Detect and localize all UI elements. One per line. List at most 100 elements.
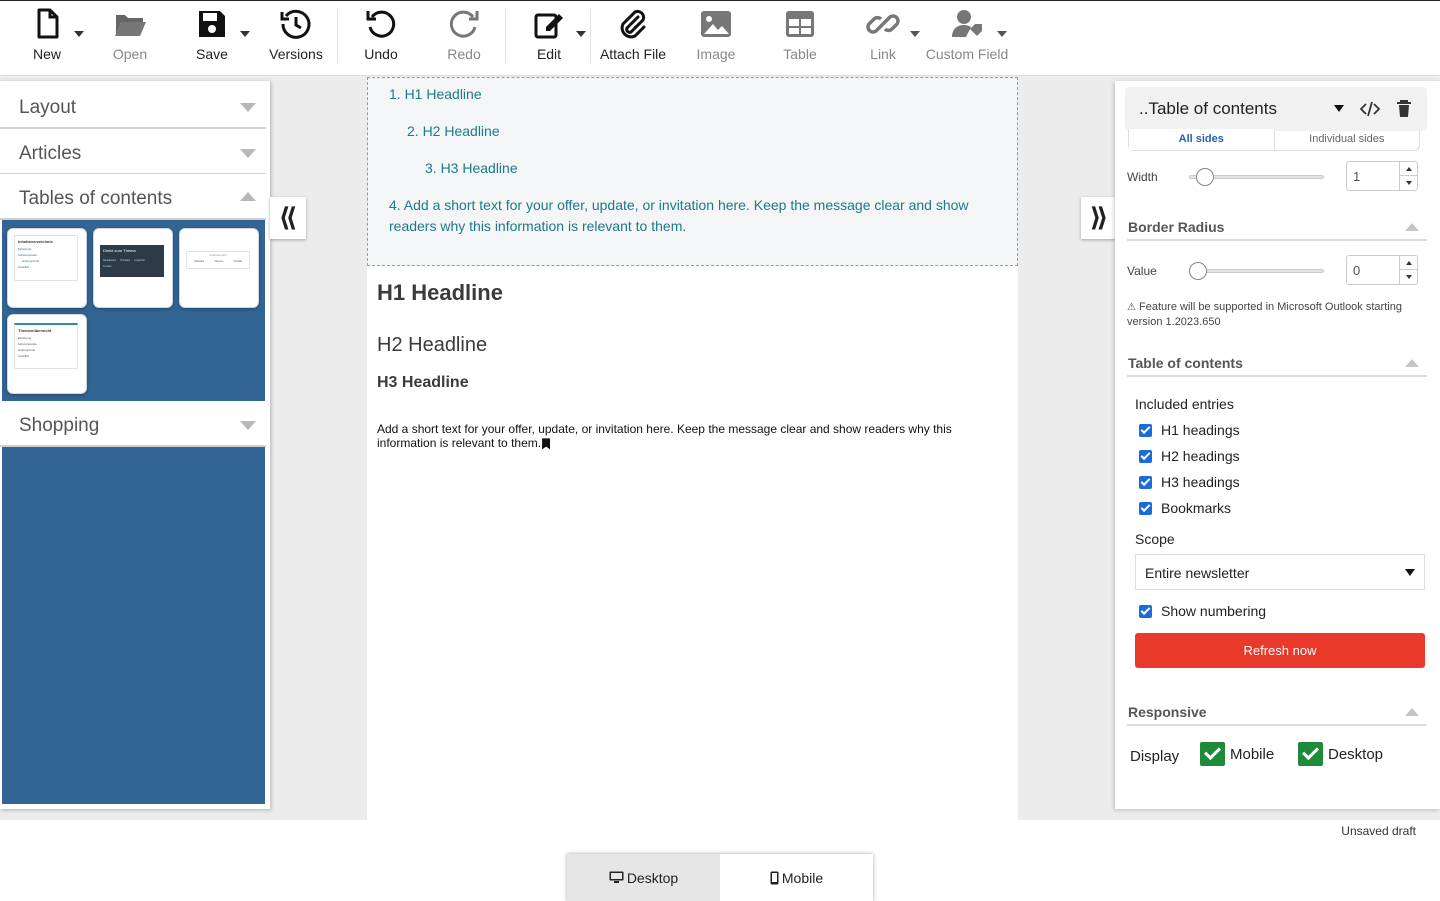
chevron-up-icon <box>1405 359 1419 367</box>
desktop-view-label: Desktop <box>626 869 679 886</box>
open-button-label: Open <box>112 46 148 62</box>
folder-icon <box>115 15 146 36</box>
h1-headings-option[interactable]: H1 headings <box>1139 422 1240 438</box>
attach-file-button-label: Attach File <box>599 46 667 62</box>
increment-button[interactable] <box>1399 162 1417 176</box>
desktop-icon <box>609 871 624 883</box>
accordion-layout[interactable]: Layout <box>0 83 266 129</box>
decrement-button[interactable] <box>1399 270 1417 284</box>
checkmark-icon[interactable] <box>1200 742 1225 766</box>
thumb-line: Hintergründe <box>18 348 36 352</box>
new-button[interactable]: New <box>28 7 66 69</box>
checkbox[interactable] <box>1139 501 1152 515</box>
edit-dropdown-caret[interactable] <box>576 31 586 37</box>
radius-slider-knob[interactable] <box>1189 262 1207 280</box>
redo-button[interactable]: Redo <box>445 7 483 69</box>
section-border-radius[interactable]: Border Radius <box>1127 215 1427 241</box>
image-button[interactable]: Image <box>696 7 736 69</box>
decrement-button[interactable] <box>1399 176 1417 190</box>
checkbox[interactable] <box>1139 475 1152 489</box>
toolbar-separator <box>337 9 338 63</box>
toc-template-thumbnail[interactable]: Direkt zum Thema Neuigkeiten Produkte An… <box>93 228 173 308</box>
desktop-view-button[interactable]: Desktop <box>567 854 720 901</box>
radius-stepper[interactable]: 0 <box>1346 255 1418 285</box>
option-label: H3 headings <box>1161 474 1240 490</box>
section-responsive[interactable]: Responsive <box>1127 700 1427 726</box>
save-status: Unsaved draft <box>1341 824 1416 838</box>
toc-entry[interactable]: 1. H1 Headline <box>389 84 482 105</box>
user-tag-icon <box>952 10 982 37</box>
h2-headings-option[interactable]: H2 headings <box>1139 448 1240 464</box>
code-icon[interactable] <box>1360 100 1380 118</box>
pencil-icon <box>534 13 563 39</box>
link-dropdown-caret[interactable] <box>910 31 920 37</box>
thumb-line: Einleitung <box>18 247 32 251</box>
element-dropdown-icon[interactable] <box>1334 105 1344 112</box>
custom-field-dropdown-caret[interactable] <box>997 31 1007 37</box>
mobile-view-button[interactable]: Mobile <box>720 854 873 901</box>
thumb-title: Themenübersicht <box>18 328 52 333</box>
toolbar-separator <box>590 9 591 63</box>
body-paragraph[interactable]: Add a short text for your offer, update,… <box>377 422 977 450</box>
shopping-area <box>2 447 265 804</box>
accordion-articles-label: Articles <box>19 143 82 164</box>
attach-file-button[interactable]: Attach File <box>600 7 666 69</box>
increment-button[interactable] <box>1399 256 1417 270</box>
toc-entry[interactable]: 3. H3 Headline <box>425 158 518 179</box>
table-of-contents-block[interactable]: 1. H1 Headline 2. H2 Headline 3. H3 Head… <box>367 77 1018 266</box>
refresh-now-button[interactable]: Refresh now <box>1135 633 1425 668</box>
radius-slider-track[interactable] <box>1189 269 1324 273</box>
option-label: Show numbering <box>1161 603 1267 619</box>
tab-individual-sides[interactable]: Individual sides <box>1275 129 1420 150</box>
display-mobile-toggle[interactable]: Mobile <box>1200 742 1274 766</box>
width-slider-knob[interactable] <box>1196 168 1214 186</box>
new-dropdown-caret[interactable] <box>74 31 84 37</box>
save-dropdown-caret[interactable] <box>240 31 250 37</box>
checkbox[interactable] <box>1139 449 1152 463</box>
heading-h1[interactable]: H1 Headline <box>377 280 503 306</box>
radius-value: 0 <box>1353 263 1361 278</box>
tab-all-sides[interactable]: All sides <box>1129 129 1275 150</box>
accordion-articles[interactable]: Articles <box>0 129 266 175</box>
toc-template-thumbnail[interactable]: Inhaltsverzeichnis Einleitung Schwerpunk… <box>7 228 87 308</box>
width-stepper[interactable]: 1 <box>1346 161 1418 191</box>
trash-icon[interactable] <box>1396 100 1412 118</box>
toc-entry[interactable]: 2. H2 Headline <box>407 121 500 142</box>
accordion-shopping[interactable]: Shopping <box>0 401 266 447</box>
newsletter-canvas[interactable]: 1. H1 Headline 2. H2 Headline 3. H3 Head… <box>367 77 1018 820</box>
scope-select[interactable]: Entire newsletter <box>1135 554 1425 590</box>
table-icon <box>786 11 814 37</box>
save-button[interactable]: Save <box>193 7 231 69</box>
versions-button[interactable]: Versions <box>268 7 324 69</box>
toc-entry[interactable]: 4. Add a short text for your offer, upda… <box>389 195 989 237</box>
link-button[interactable]: Link <box>864 7 902 69</box>
checkmark-icon[interactable] <box>1298 742 1323 766</box>
mobile-view-label: Mobile <box>781 869 824 886</box>
section-table-of-contents[interactable]: Table of contents <box>1127 351 1427 377</box>
bookmarks-option[interactable]: Bookmarks <box>1139 500 1231 516</box>
redo-button-label: Redo <box>447 46 481 62</box>
table-button[interactable]: Table <box>781 7 819 69</box>
scope-label: Scope <box>1135 531 1175 547</box>
undo-button[interactable]: Undo <box>362 7 400 69</box>
accordion-tables-of-contents[interactable]: Tables of contents <box>0 174 266 220</box>
heading-h2[interactable]: H2 Headline <box>377 334 487 357</box>
collapse-right-panel-button[interactable]: ⟫ <box>1081 197 1117 239</box>
collapse-left-panel-button[interactable]: ⟪ <box>270 197 306 239</box>
heading-h3[interactable]: H3 Headline <box>377 374 469 392</box>
toc-template-thumbnail[interactable]: Themenübersicht Einleitung Schwerpunkte … <box>7 314 87 394</box>
display-desktop-toggle[interactable]: Desktop <box>1298 742 1383 766</box>
toc-template-thumbnail[interactable]: Inhaltsübersicht Aktuelles Themen Kontak… <box>179 228 259 308</box>
new-button-label: New <box>32 46 61 62</box>
edit-button[interactable]: Edit <box>530 7 568 69</box>
h3-headings-option[interactable]: H3 headings <box>1139 474 1240 490</box>
show-numbering-option[interactable]: Show numbering <box>1139 603 1266 619</box>
chevron-up-icon <box>1405 223 1419 231</box>
open-button[interactable]: Open <box>110 7 150 69</box>
checkbox[interactable] <box>1139 423 1152 437</box>
chevron-down-icon <box>240 421 256 430</box>
element-title: ..Table of contents <box>1139 99 1277 118</box>
custom-field-button[interactable]: Custom Field <box>926 7 1008 69</box>
outlook-note-text: Feature will be supported in Microsoft O… <box>1127 301 1402 328</box>
checkbox[interactable] <box>1139 604 1152 618</box>
